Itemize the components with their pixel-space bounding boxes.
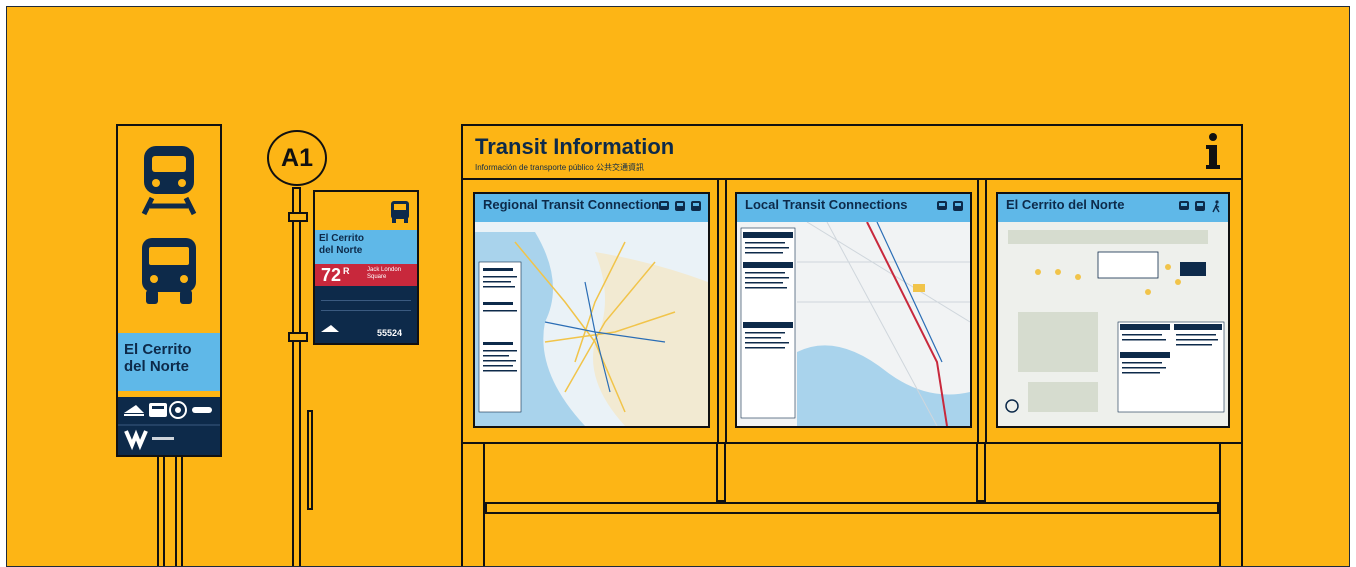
- kiosk-crossbar: [485, 502, 1219, 514]
- pole-bracket-bottom: [288, 332, 308, 342]
- regional-map-graphic: [475, 222, 708, 426]
- bus-icon: [691, 201, 701, 211]
- stop-id-circle: A1: [267, 130, 327, 186]
- route-suffix: R: [343, 266, 350, 276]
- delnorte-logo: [192, 407, 212, 413]
- station-map-panel: El Cerrito del Norte: [996, 192, 1230, 428]
- info-icon: [1203, 132, 1223, 172]
- panel-title: Local Transit Connections: [745, 197, 908, 212]
- panel-title: Regional Transit Connections: [483, 197, 667, 212]
- caltrans-seal-logo: [169, 401, 187, 419]
- transit-signage-illustration: El Cerrito del Norte A1 El Cerrito del N…: [6, 6, 1350, 567]
- flag-divider-2: [321, 310, 411, 311]
- panel-mode-icons: [936, 200, 964, 213]
- train-icon: [937, 201, 947, 210]
- flag-divider: [321, 300, 411, 301]
- kiosk-header-divider: [463, 178, 1241, 180]
- westcat-logo: [124, 429, 148, 451]
- panel-divider-2: [977, 180, 987, 442]
- bus-icon: [1195, 201, 1205, 211]
- panel-mode-icons: [658, 200, 702, 213]
- panel-header: Regional Transit Connections: [475, 194, 708, 222]
- sign-post-left: [157, 452, 165, 566]
- kiosk-leg-right: [1219, 442, 1243, 566]
- kiosk-title: Transit Information: [475, 134, 675, 159]
- station-map-graphic: [998, 222, 1228, 426]
- ac-transit-logo: [124, 405, 144, 416]
- bus-stop-flag: El Cerrito del Norte 72 R Jack London Sq…: [313, 190, 419, 345]
- regional-map-panel: Regional Transit Connections: [473, 192, 710, 428]
- panel-title: El Cerrito del Norte: [1006, 197, 1125, 212]
- train-icon: [136, 144, 202, 216]
- kiosk-support-2: [976, 442, 986, 502]
- flag-header: [315, 192, 417, 230]
- route-row: 72 R Jack London Square: [315, 264, 417, 286]
- stop-id: A1: [281, 144, 313, 172]
- bus-icon: [136, 236, 202, 308]
- station-name: El Cerrito del Norte: [124, 341, 192, 375]
- kiosk-support-1: [716, 442, 726, 502]
- kiosk-leg-left: [461, 442, 485, 566]
- local-map-graphic: [737, 222, 970, 426]
- panel-header: Local Transit Connections: [737, 194, 970, 222]
- sign-post-right: [175, 452, 183, 566]
- bus-icon: [953, 201, 963, 211]
- pole-bracket-top: [288, 212, 308, 222]
- bus-icon: [389, 200, 411, 224]
- bus-icon: [675, 201, 685, 211]
- route-destination: Jack London Square: [367, 267, 402, 280]
- bus-stop-pole-second: [307, 410, 313, 510]
- flag-station-panel: El Cerrito del Norte: [315, 230, 417, 264]
- stop-code: 55524: [377, 328, 403, 338]
- bart-logo: [149, 403, 167, 417]
- local-map-panel: Local Transit Connections: [735, 192, 972, 428]
- station-name-panel: El Cerrito del Norte: [118, 333, 220, 391]
- panel-mode-icons: [1178, 200, 1222, 213]
- route-number: 72: [321, 265, 342, 285]
- train-icon: [1179, 201, 1189, 210]
- walking-icon: [1212, 200, 1220, 213]
- kiosk-subtitle: Información de transporte público 公共交通資訊: [475, 163, 644, 172]
- flag-station-name: El Cerrito del Norte: [319, 233, 365, 256]
- station-sign: El Cerrito del Norte: [116, 124, 222, 457]
- panel-divider-1: [717, 180, 727, 442]
- bus-stop-pole: [292, 187, 301, 566]
- agency-logos-panel: [118, 397, 220, 455]
- ac-transit-logo: [321, 324, 347, 334]
- train-icon: [659, 201, 669, 210]
- panel-header: El Cerrito del Norte: [998, 194, 1228, 222]
